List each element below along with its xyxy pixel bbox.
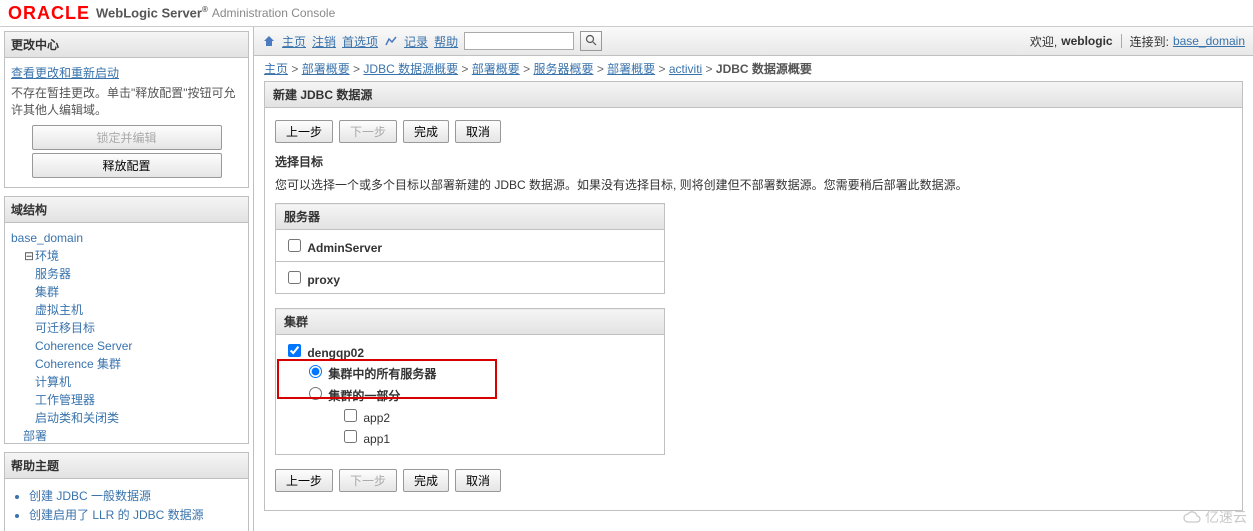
- crumb-1[interactable]: 部署概要: [302, 62, 350, 76]
- prev-button-bottom[interactable]: 上一步: [275, 469, 333, 492]
- wizard-buttons-top: 上一步 下一步 完成 取消: [275, 120, 1232, 143]
- domain-link[interactable]: base_domain: [1173, 34, 1245, 48]
- help-topic-0[interactable]: 创建 JDBC 一般数据源: [29, 487, 242, 504]
- tree-deployments[interactable]: 部署: [23, 429, 47, 443]
- menubar: 主页 注销 首选项 记录 帮助 欢迎, weblogic 连接到: base_d…: [254, 27, 1253, 56]
- home-link[interactable]: 主页: [282, 33, 306, 50]
- tree-expander-env[interactable]: ⊟: [23, 247, 35, 265]
- servers-table: 服务器 AdminServer proxy: [275, 203, 665, 294]
- help-topics-panel: 帮助主题 创建 JDBC 一般数据源 创建启用了 LLR 的 JDBC 数据源: [4, 452, 249, 531]
- cancel-button-top[interactable]: 取消: [455, 120, 501, 143]
- search-input[interactable]: [464, 32, 574, 50]
- server-checkbox-1[interactable]: [288, 271, 301, 284]
- logout-link[interactable]: 注销: [312, 33, 336, 50]
- tree-env-item-7[interactable]: 工作管理器: [35, 393, 95, 407]
- wizard-buttons-bottom: 上一步 下一步 完成 取消: [275, 469, 1232, 492]
- section-desc: 您可以选择一个或多个目标以部署新建的 JDBC 数据源。如果没有选择目标, 则将…: [275, 176, 1232, 193]
- tree-env-item-3[interactable]: 可迁移目标: [35, 321, 95, 335]
- content-title: 新建 JDBC 数据源: [265, 82, 1242, 108]
- cluster-checkbox[interactable]: [288, 344, 301, 357]
- record-icon: [384, 34, 398, 48]
- cluster-row[interactable]: dengqp02: [284, 346, 364, 360]
- prefs-link[interactable]: 首选项: [342, 33, 378, 50]
- cluster-app-1[interactable]: app1: [340, 427, 656, 446]
- cluster-radio-part[interactable]: [309, 387, 322, 400]
- tree-env-item-0[interactable]: 服务器: [35, 267, 71, 281]
- servers-header: 服务器: [276, 204, 665, 230]
- server-row-1[interactable]: proxy: [284, 273, 340, 287]
- connected-label: 连接到:: [1130, 33, 1169, 50]
- crumb-0[interactable]: 主页: [264, 62, 288, 76]
- product-subtitle: Administration Console: [212, 6, 335, 20]
- server-checkbox-0[interactable]: [288, 239, 301, 252]
- section-heading: 选择目标: [275, 153, 1232, 170]
- help-topics-title: 帮助主题: [5, 453, 248, 479]
- lock-edit-button: 锁定并编辑: [32, 125, 222, 150]
- main-content: 主页 注销 首选项 记录 帮助 欢迎, weblogic 连接到: base_d…: [253, 27, 1253, 531]
- tree-env-item-6[interactable]: 计算机: [35, 375, 71, 389]
- finish-button-bottom[interactable]: 完成: [403, 469, 449, 492]
- help-topic-1[interactable]: 创建启用了 LLR 的 JDBC 数据源: [29, 506, 242, 523]
- product-name: WebLogic Server®: [96, 5, 208, 20]
- tree-env[interactable]: 环境: [35, 249, 59, 263]
- app-checkbox-1[interactable]: [344, 430, 357, 443]
- content-panel: 新建 JDBC 数据源 上一步 下一步 完成 取消 选择目标 您可以选择一个或多…: [264, 81, 1243, 511]
- tree-env-item-4[interactable]: Coherence Server: [35, 339, 132, 353]
- breadcrumb: 主页 > 部署概要 > JDBC 数据源概要 > 部署概要 > 服务器概要 > …: [254, 56, 1253, 81]
- welcome-label: 欢迎,: [1030, 33, 1057, 50]
- user-name: weblogic: [1061, 34, 1112, 48]
- tree-env-item-8[interactable]: 启动类和关闭类: [35, 411, 119, 425]
- cluster-radio-all[interactable]: [309, 365, 322, 378]
- crumb-current: JDBC 数据源概要: [716, 62, 812, 76]
- change-center-panel: 更改中心 查看更改和重新启动 不存在暂挂更改。单击"释放配置"按钮可允许其他人编…: [4, 31, 249, 188]
- cluster-app-0[interactable]: app2: [340, 406, 656, 425]
- search-button[interactable]: [580, 31, 602, 51]
- change-center-title: 更改中心: [5, 32, 248, 58]
- home-icon: [262, 34, 276, 48]
- crumb-2[interactable]: JDBC 数据源概要: [363, 62, 458, 76]
- search-icon: [585, 34, 597, 49]
- crumb-3[interactable]: 部署概要: [472, 62, 520, 76]
- app-checkbox-0[interactable]: [344, 409, 357, 422]
- clusters-table: 集群 dengqp02 集群中的所有服务器 集群的一部分 app2 app1: [275, 308, 665, 455]
- crumb-4[interactable]: 服务器概要: [533, 62, 593, 76]
- next-button-bottom: 下一步: [339, 469, 397, 492]
- tree-env-item-5[interactable]: Coherence 集群: [35, 357, 121, 371]
- help-link[interactable]: 帮助: [434, 33, 458, 50]
- change-center-desc: 不存在暂挂更改。单击"释放配置"按钮可允许其他人编辑域。: [11, 85, 242, 119]
- sidebar: 更改中心 查看更改和重新启动 不存在暂挂更改。单击"释放配置"按钮可允许其他人编…: [0, 27, 253, 531]
- tree-root[interactable]: base_domain: [11, 231, 83, 245]
- top-header: ORACLE WebLogic Server® Administration C…: [0, 0, 1253, 27]
- domain-structure-panel: 域结构 base_domain ⊟环境 服务器 集群 虚拟主机 可迁移目标 Co…: [4, 196, 249, 444]
- tree-env-item-2[interactable]: 虚拟主机: [35, 303, 83, 317]
- user-area: 欢迎, weblogic 连接到: base_domain: [1030, 33, 1245, 50]
- prev-button-top[interactable]: 上一步: [275, 120, 333, 143]
- view-changes-link[interactable]: 查看更改和重新启动: [11, 64, 242, 81]
- next-button-top: 下一步: [339, 120, 397, 143]
- crumb-6[interactable]: activiti: [669, 62, 702, 76]
- release-config-button[interactable]: 释放配置: [32, 153, 222, 178]
- clusters-header: 集群: [276, 309, 665, 335]
- crumb-5[interactable]: 部署概要: [607, 62, 655, 76]
- domain-tree[interactable]: base_domain ⊟环境 服务器 集群 虚拟主机 可迁移目标 Cohere…: [5, 223, 248, 443]
- cluster-opt-part[interactable]: 集群的一部分: [304, 384, 656, 404]
- domain-structure-title: 域结构: [5, 197, 248, 223]
- tree-env-item-1[interactable]: 集群: [35, 285, 59, 299]
- oracle-logo: ORACLE: [8, 3, 90, 24]
- server-row-0[interactable]: AdminServer: [284, 241, 382, 255]
- record-link[interactable]: 记录: [404, 33, 428, 50]
- cancel-button-bottom[interactable]: 取消: [455, 469, 501, 492]
- cluster-opt-all[interactable]: 集群中的所有服务器: [304, 362, 656, 382]
- finish-button-top[interactable]: 完成: [403, 120, 449, 143]
